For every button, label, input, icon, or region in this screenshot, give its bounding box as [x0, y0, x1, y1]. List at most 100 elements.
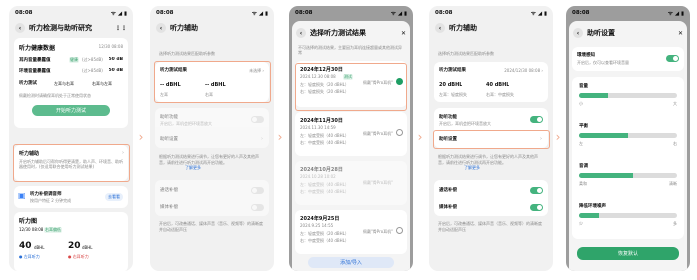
env-exposure-label: 环境音量暴露值 — [19, 69, 51, 74]
status-time: 08:08 — [15, 10, 33, 16]
learn-more-link[interactable]: 了解更多 — [185, 165, 201, 171]
highlight-frame — [433, 130, 550, 149]
phone-screen-hearing-home: 08:08 ᯤ ◢ ▮ ‹ 听力检测与助听研究 ⋮⋮ 听力健康数据 12/30 0… — [9, 6, 133, 271]
status-icons: ᯤ ◢ ▮ — [110, 11, 127, 17]
status-bar: 08:08 ᯤ ◢ ▮ — [156, 9, 268, 17]
result-radio[interactable] — [396, 227, 403, 234]
footer-note: 开启后，可改善通话、媒体声音（音乐、视频等）的清晰度并自动适配声压 — [438, 221, 542, 232]
env-sub: 开启后，仅可以查看环境音量 — [577, 60, 629, 65]
audiogram-badge: 右耳偏低 — [44, 227, 62, 233]
right-ear-unit: dBHL — [82, 245, 93, 250]
assist-function-label: 助听功能 — [160, 115, 178, 120]
sheet-desc: 不可选择的测试结果，主要因为耳机连接超量或其他测试异常 — [298, 45, 402, 55]
assist-settings-label[interactable]: 助听设置 — [160, 136, 178, 142]
status-time: 08:08 — [435, 10, 453, 16]
result-time: 2024.9.25 14:55 — [300, 223, 334, 228]
close-icon[interactable]: ✕ — [678, 30, 683, 37]
balance-max: 右 — [673, 141, 677, 146]
noise-slider[interactable] — [579, 213, 677, 218]
left-ear-label: 左耳：轻度损失 — [439, 92, 467, 97]
add-import-button[interactable]: 添加/导入 — [308, 257, 394, 268]
start-test-button[interactable]: 开始听力测试 — [32, 105, 110, 116]
phone-screen-assist-empty: 08:08 ᯤ ◢ ▮ ‹ 听力辅助 选择听力测试结果匹配助听参数 听力测试结果 未… — [150, 6, 274, 271]
health-card: 听力健康数据 12/30 08:08 耳内音量暴露值 健康 (过>85dB) 5… — [14, 38, 128, 128]
reset-default-button[interactable]: 恢复默认 — [577, 247, 679, 260]
test-note: 佩戴检测时请确保耳机处于正常使用状态 — [19, 93, 91, 98]
test-option-left[interactable]: 左耳与右耳 — [54, 81, 74, 87]
assist-function-label: 助听功能 — [439, 115, 457, 120]
chevron-right-icon: › — [261, 136, 263, 142]
back-icon[interactable]: ‹ — [573, 28, 583, 38]
test-option-right[interactable]: 右耳与左耳 — [92, 81, 112, 87]
left-ear-label: ● 左耳听力 — [19, 254, 40, 259]
assist-options-card: 助听功能 开启后，耳机会把环境音放大 助听设置 › — [155, 108, 269, 148]
test-label: 听力测试 — [19, 81, 37, 86]
result-date: 2024年9月25日 — [300, 216, 340, 222]
media-compensation-toggle[interactable] — [251, 204, 264, 211]
status-time: 08:08 — [156, 10, 174, 16]
assist-function-sub: 开启后，耳机会把环境音放大 — [439, 121, 491, 126]
call-compensation-label: 通话补偿 — [439, 188, 457, 193]
back-icon[interactable]: ‹ — [156, 23, 166, 33]
flow-arrow-icon: › — [277, 130, 283, 144]
back-icon[interactable]: ‹ — [435, 23, 445, 33]
back-icon[interactable]: ‹ — [296, 28, 306, 38]
result-item[interactable]: 2024年11月30日 2024.11.30 14:59 左：轻度受损（40 d… — [295, 112, 407, 156]
assist-function-toggle[interactable] — [530, 116, 543, 123]
compensation-card: 通话补偿 媒体补偿 — [155, 180, 269, 216]
tone-label: 音调 — [579, 164, 588, 169]
sheet-header: ‹ 助听设置 ✕ — [573, 27, 683, 39]
audiogram-card: 听力图 12/30 08:08 右耳偏低 40 dBHL 20 dBHL ● 左… — [14, 212, 128, 271]
noise-max: 多 — [673, 221, 677, 226]
grid-icon[interactable]: ⋮⋮ — [115, 25, 127, 32]
audiogram-date: 12/30 08:08 — [19, 227, 44, 232]
header: ‹ 听力辅助 — [156, 22, 268, 34]
result-item: 2024年10月28日 2024.10.28 10:02 左：轻度受损（40 d… — [295, 161, 407, 205]
call-compensation-toggle[interactable] — [530, 187, 543, 194]
call-compensation-toggle[interactable] — [251, 187, 264, 194]
result-value[interactable]: 2024/12/30 08:08 › — [504, 68, 543, 73]
phone-screen-select-result: 08:08 ᯤ ◢ ▮ ‹ 选择听力测试结果 ✕ 不可选择的测试结果，主要因为耳机… — [289, 6, 413, 271]
tone-slider[interactable] — [579, 173, 677, 178]
noise-label: 降低环境噪声 — [579, 204, 606, 209]
noise-min: 少 — [579, 221, 583, 226]
headphones-icon: ▣ — [18, 191, 26, 200]
left-ear-value: 40 — [19, 241, 32, 251]
volume-slider[interactable] — [579, 93, 677, 98]
compensation-card: 通话补偿 媒体补偿 — [434, 180, 548, 216]
balance-slider[interactable] — [579, 133, 677, 138]
ear-exposure-note: (过>85dB) — [82, 57, 103, 62]
call-compensation-label: 通话补偿 — [160, 188, 178, 193]
learn-more-link[interactable]: 了解更多 — [464, 165, 480, 171]
env-label: 環境感知 — [577, 53, 595, 58]
media-compensation-label: 媒体补偿 — [439, 205, 457, 210]
audiogram-title: 听力图 — [19, 218, 38, 225]
volume-label: 音量 — [579, 84, 588, 89]
status-icons: ᯤ ◢ ▮ — [530, 11, 547, 17]
result-right: 右：中度受损（40 dBHL） — [300, 238, 349, 243]
result-item[interactable]: 2024年9月25日 2024.9.25 14:55 左：轻度受损（20 dBH… — [295, 210, 407, 254]
footer-note: 开启后，可改善通话、媒体声音（音乐、视频等）的清晰度并自动适配声压 — [159, 221, 263, 232]
flow-arrow-icon: › — [417, 130, 423, 144]
ear-exposure-label: 耳内音量暴露值 — [19, 58, 51, 63]
result-card[interactable]: 听力测试结果 2024/12/30 08:08 › 20 dBHL 左耳：轻度损… — [434, 62, 548, 102]
health-date: 12/30 08:08 — [98, 44, 123, 49]
assist-function-toggle[interactable] — [251, 116, 264, 123]
volume-min: 小 — [579, 101, 583, 106]
env-toggle[interactable] — [666, 55, 679, 62]
env-exposure-note: (过>85dB) — [82, 68, 103, 73]
sheet-header: ‹ 选择听力测试结果 ✕ — [296, 27, 406, 39]
result-left: 左：轻度受损（40 dBHL） — [300, 133, 349, 138]
sliders-card: 音量 小 大 平衡 左 右 音调 柔和 清晰 降低环境噪声 少 多 — [572, 77, 684, 239]
plan-card: ▣ 听力补偿调音师 按用户特征 2 分钟完成 去看看 — [14, 186, 128, 208]
plan-button[interactable]: 去看看 — [105, 193, 123, 201]
media-compensation-toggle[interactable] — [530, 204, 543, 211]
result-radio[interactable] — [396, 129, 403, 136]
volume-max: 大 — [673, 101, 677, 106]
close-icon[interactable]: ✕ — [401, 30, 406, 37]
back-icon[interactable]: ‹ — [15, 23, 25, 33]
right-ear-label: ● 右耳听力 — [68, 254, 89, 259]
result-status: 佩戴"骨Pro耳机" — [362, 229, 393, 234]
phone-screen-assist-selected: 08:08 ᯤ ◢ ▮ ‹ 听力辅助 选择听力测试结果匹配助听参数 听力测试结果 2… — [429, 6, 553, 271]
right-ear-value: 20 — [68, 241, 81, 251]
